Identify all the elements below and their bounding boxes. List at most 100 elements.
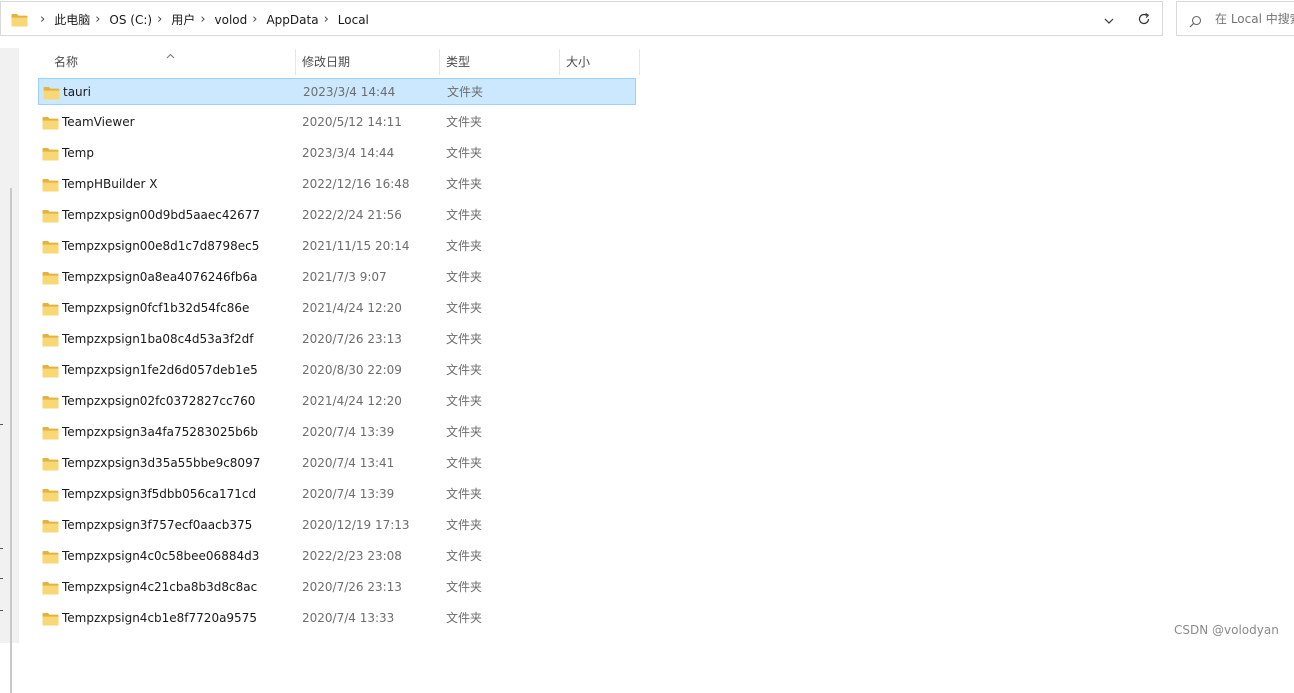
file-row[interactable]: Tempzxpsign0a8ea4076246fb6a 2021/7/3 9:07… (38, 264, 636, 291)
file-name: TempHBuilder X (62, 177, 158, 191)
file-type: 文件夹 (446, 394, 483, 408)
chevron-right-icon[interactable]: › (200, 13, 205, 26)
folder-icon (42, 146, 59, 165)
file-row[interactable]: TempHBuilder X 2022/12/16 16:48 文件夹 (38, 171, 636, 198)
column-header-size[interactable]: 大小 (560, 49, 640, 75)
folder-icon (42, 549, 59, 568)
breadcrumb: › 此电脑 › OS (C:) › 用户 › volod › AppData › Local (35, 2, 369, 37)
chevron-right-icon[interactable]: › (95, 13, 100, 26)
file-type: 文件夹 (446, 425, 483, 439)
column-header-type[interactable]: 类型 (440, 49, 560, 75)
folder-icon (42, 301, 59, 320)
file-modified-date: 2022/2/24 21:56 (302, 208, 402, 222)
file-type: 文件夹 (446, 487, 483, 501)
file-modified-date: 2021/4/24 12:20 (302, 394, 402, 408)
folder-icon (42, 456, 59, 475)
file-row[interactable]: tauri 2023/3/4 14:44 文件夹 (38, 78, 636, 105)
file-row[interactable]: Tempzxpsign1fe2d6d057deb1e5 2020/8/30 22:… (38, 357, 636, 384)
breadcrumb-item[interactable]: 此电脑 (54, 11, 90, 28)
file-modified-date: 2020/8/30 22:09 (302, 363, 402, 377)
column-divider[interactable] (639, 49, 640, 75)
file-modified-date: 2023/3/4 14:44 (302, 146, 395, 160)
search-box[interactable] (1176, 1, 1294, 36)
file-name: Tempzxpsign4cb1e8f7720a9575 (62, 611, 257, 625)
file-row[interactable]: Tempzxpsign3d35a55bbe9c8097 2020/7/4 13:4… (38, 450, 636, 477)
folder-icon (42, 611, 59, 630)
folder-icon (43, 85, 60, 104)
file-type: 文件夹 (446, 177, 483, 191)
file-row[interactable]: TeamViewer 2020/5/12 14:11 文件夹 (38, 109, 636, 136)
chevron-right-icon[interactable]: › (324, 13, 329, 26)
file-row[interactable]: Tempzxpsign00d9bd5aaec42677 2022/2/24 21:… (38, 202, 636, 229)
folder-icon (42, 518, 59, 537)
refresh-icon[interactable] (1137, 11, 1151, 30)
file-row[interactable]: Tempzxpsign0fcf1b32d54fc86e 2021/4/24 12:… (38, 295, 636, 322)
folder-icon (42, 239, 59, 258)
folder-icon (42, 487, 59, 506)
file-name: TeamViewer (62, 115, 135, 129)
chevron-down-icon[interactable] (1103, 12, 1115, 31)
file-row[interactable]: Tempzxpsign1ba08c4d53a3f2df 2020/7/26 23:… (38, 326, 636, 353)
file-row[interactable]: Tempzxpsign3a4fa75283025b6b 2020/7/4 13:3… (38, 419, 636, 446)
file-type: 文件夹 (446, 518, 483, 532)
search-input[interactable] (1215, 11, 1294, 27)
navigation-pane[interactable] (0, 48, 19, 693)
file-name: Tempzxpsign4c21cba8b3d8c8ac (62, 580, 258, 594)
file-modified-date: 2021/4/24 12:20 (302, 301, 402, 315)
breadcrumb-item[interactable]: volod (215, 13, 248, 27)
address-bar[interactable]: › 此电脑 › OS (C:) › 用户 › volod › AppData › Local (0, 1, 1163, 36)
chevron-right-icon[interactable]: › (40, 13, 45, 26)
file-name: tauri (63, 85, 91, 99)
file-row[interactable]: Tempzxpsign4c0c58bee06884d3 2022/2/23 23:… (38, 543, 636, 570)
file-name: Tempzxpsign1ba08c4d53a3f2df (62, 332, 254, 346)
file-row[interactable]: Temp 2023/3/4 14:44 文件夹 (38, 140, 636, 167)
nav-item-marker (0, 610, 3, 611)
file-name: Tempzxpsign3f5dbb056ca171cd (62, 487, 257, 501)
folder-icon (42, 425, 59, 444)
breadcrumb-item[interactable]: Local (338, 13, 369, 27)
file-name: Tempzxpsign3d35a55bbe9c8097 (62, 456, 261, 470)
folder-icon (11, 12, 28, 31)
file-type: 文件夹 (446, 239, 483, 253)
file-type: 文件夹 (447, 85, 484, 99)
file-type: 文件夹 (446, 549, 483, 563)
chevron-right-icon[interactable]: › (157, 13, 162, 26)
nav-item-marker (0, 548, 3, 549)
nav-scrollbar[interactable] (10, 188, 12, 693)
file-type: 文件夹 (446, 580, 483, 594)
folder-icon (42, 394, 59, 413)
file-modified-date: 2021/7/3 9:07 (302, 270, 387, 284)
file-row[interactable]: Tempzxpsign4c21cba8b3d8c8ac 2020/7/26 23:… (38, 574, 636, 601)
file-type: 文件夹 (446, 332, 483, 346)
chevron-right-icon[interactable]: › (252, 13, 257, 26)
file-name: Tempzxpsign00d9bd5aaec42677 (62, 208, 261, 222)
folder-icon (42, 363, 59, 382)
file-name: Tempzxpsign0fcf1b32d54fc86e (62, 301, 250, 315)
file-name: Tempzxpsign3f757ecf0aacb375 (62, 518, 253, 532)
column-header-name[interactable]: 名称 (48, 49, 296, 75)
folder-icon (42, 270, 59, 289)
file-name: Tempzxpsign0a8ea4076246fb6a (62, 270, 258, 284)
breadcrumb-item[interactable]: OS (C:) (109, 13, 152, 27)
file-type: 文件夹 (446, 456, 483, 470)
breadcrumb-item[interactable]: 用户 (171, 11, 195, 28)
nav-item-marker (0, 424, 3, 425)
file-modified-date: 2020/7/4 13:41 (302, 456, 395, 470)
folder-icon (42, 208, 59, 227)
file-modified-date: 2022/12/16 16:48 (302, 177, 410, 191)
file-row[interactable]: Tempzxpsign00e8d1c7d8798ec5 2021/11/15 20… (38, 233, 636, 260)
watermark: CSDN @volodyan (1174, 623, 1279, 637)
file-row[interactable]: Tempzxpsign3f5dbb056ca171cd 2020/7/4 13:3… (38, 481, 636, 508)
column-header-date[interactable]: 修改日期 (296, 49, 440, 75)
file-row[interactable]: Tempzxpsign3f757ecf0aacb375 2020/12/19 17… (38, 512, 636, 539)
file-row[interactable]: Tempzxpsign4cb1e8f7720a9575 2020/7/4 13:3… (38, 605, 636, 632)
file-type: 文件夹 (446, 611, 483, 625)
file-name: Tempzxpsign02fc0372827cc760 (62, 394, 256, 408)
breadcrumb-item[interactable]: AppData (266, 13, 318, 27)
file-row[interactable]: Tempzxpsign02fc0372827cc760 2021/4/24 12:… (38, 388, 636, 415)
folder-icon (42, 177, 59, 196)
folder-icon (42, 332, 59, 351)
file-modified-date: 2020/7/4 13:33 (302, 611, 395, 625)
file-modified-date: 2023/3/4 14:44 (303, 85, 396, 99)
file-type: 文件夹 (446, 208, 483, 222)
